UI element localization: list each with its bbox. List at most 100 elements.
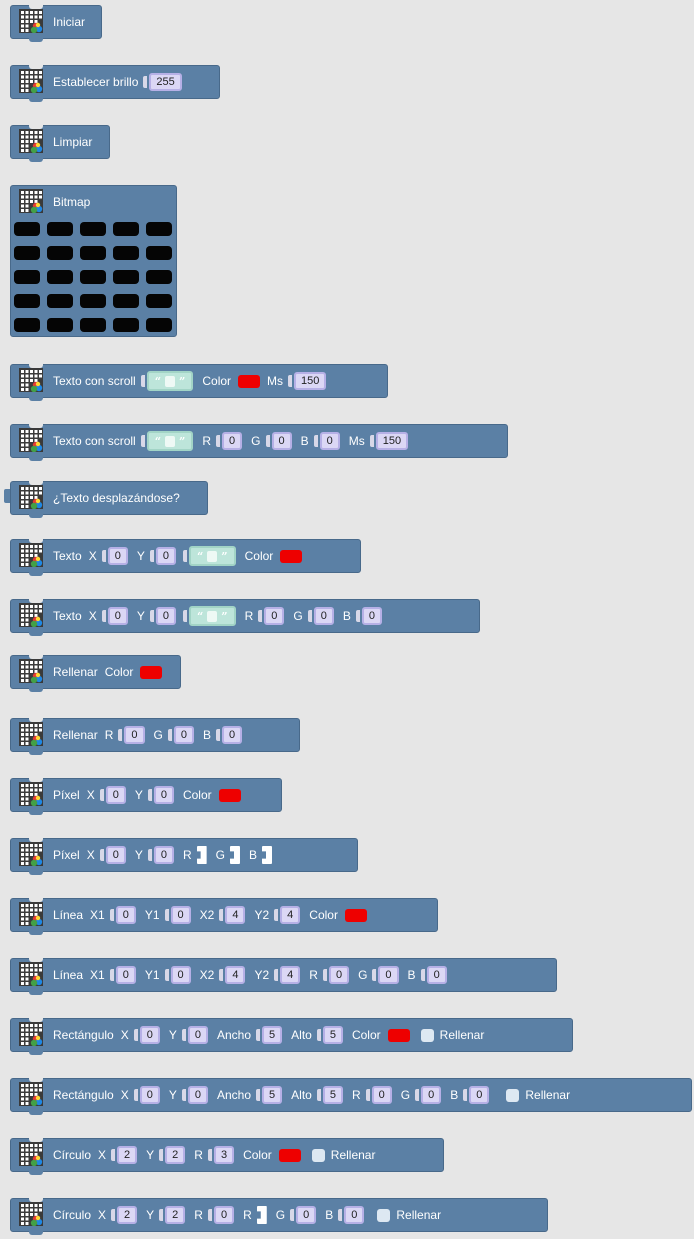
bitmap-cell[interactable] [47, 222, 73, 236]
g-input[interactable]: 0 [313, 607, 334, 625]
block-circulo-color[interactable]: Círculo X 2 Y 2 R 3 Color Rellenar [10, 1138, 444, 1175]
block-establecer-brillo[interactable]: Establecer brillo 255 [10, 65, 220, 102]
x-input[interactable]: 2 [117, 1206, 138, 1224]
x-input[interactable]: 0 [107, 607, 128, 625]
text-input[interactable]: “” [188, 546, 236, 566]
y2-input[interactable]: 4 [280, 966, 301, 984]
b-input[interactable]: 0 [319, 432, 340, 450]
block-rellenar-rgb[interactable]: Rellenar R 0 G 0 B 0 [10, 718, 300, 755]
x-input[interactable]: 0 [139, 1086, 160, 1104]
b-input[interactable]: 0 [426, 966, 447, 984]
block-rellenar-color[interactable]: Rellenar Color [10, 655, 181, 692]
x-input[interactable]: 0 [139, 1026, 160, 1044]
bitmap-cell[interactable] [80, 294, 106, 308]
block-bitmap[interactable]: Bitmap [10, 185, 177, 337]
fill-checkbox[interactable] [420, 1028, 434, 1042]
block-rectangulo-color[interactable]: Rectángulo X 0 Y 0 Ancho 5 Alto 5 Color … [10, 1018, 573, 1055]
bitmap-cell[interactable] [146, 246, 172, 260]
block-circulo-rgb[interactable]: Círculo X 2 Y 2 R 0 R G 0 B 0 Rellenar [10, 1198, 548, 1235]
r-input[interactable]: 0 [222, 432, 243, 450]
radius-input[interactable]: 3 [213, 1146, 235, 1164]
block-linea-color[interactable]: Línea X1 0 Y1 0 X2 4 Y2 4 Color [10, 898, 438, 935]
y1-input[interactable]: 0 [170, 906, 191, 924]
bitmap-cell[interactable] [113, 270, 139, 284]
ancho-input[interactable]: 5 [262, 1026, 283, 1044]
color-swatch[interactable] [140, 665, 163, 679]
b-input[interactable]: 0 [469, 1086, 490, 1104]
y-input[interactable]: 2 [165, 1146, 186, 1164]
block-pixel-color[interactable]: Píxel X 0 Y 0 Color [10, 778, 282, 815]
block-rectangulo-rgb[interactable]: Rectángulo X 0 Y 0 Ancho 5 Alto 5 R 0 G … [10, 1078, 692, 1115]
bitmap-cell[interactable] [14, 270, 40, 284]
block-texto-color[interactable]: Texto X 0 Y 0 “” Color [10, 539, 361, 576]
y-input[interactable]: 0 [155, 607, 176, 625]
r-input[interactable]: 0 [124, 726, 145, 744]
g-input[interactable]: 0 [421, 1086, 442, 1104]
bitmap-cell[interactable] [113, 294, 139, 308]
brightness-input[interactable]: 255 [149, 73, 182, 91]
y2-input[interactable]: 4 [280, 906, 301, 924]
block-pixel-rgb[interactable]: Píxel X 0 Y 0 R G B [10, 838, 358, 875]
g-input[interactable]: 0 [271, 432, 292, 450]
text-input[interactable]: “” [188, 606, 236, 626]
alto-input[interactable]: 5 [322, 1026, 343, 1044]
b-input[interactable]: 0 [361, 607, 383, 625]
color-swatch[interactable] [344, 908, 367, 922]
x1-input[interactable]: 0 [115, 966, 136, 984]
bitmap-cell[interactable] [14, 318, 40, 332]
b-input[interactable]: 0 [344, 1206, 365, 1224]
bitmap-cell[interactable] [146, 270, 172, 284]
color-swatch[interactable] [218, 788, 241, 802]
bitmap-cell[interactable] [80, 270, 106, 284]
y-input[interactable]: 0 [155, 547, 176, 565]
bitmap-cell[interactable] [47, 294, 73, 308]
bitmap-cell[interactable] [146, 318, 172, 332]
x2-input[interactable]: 4 [225, 966, 246, 984]
y-input[interactable]: 0 [153, 786, 174, 804]
text-input[interactable]: “” [146, 371, 194, 391]
bitmap-cell[interactable] [47, 270, 73, 284]
g-empty-slot[interactable] [229, 846, 240, 864]
x-input[interactable]: 0 [107, 547, 128, 565]
ms-input[interactable]: 150 [375, 432, 409, 450]
block-texto-rgb[interactable]: Texto X 0 Y 0 “” R 0 G 0 B 0 [10, 599, 480, 636]
bitmap-cell[interactable] [80, 222, 106, 236]
y-input[interactable]: 0 [187, 1026, 208, 1044]
bitmap-cell[interactable] [146, 222, 172, 236]
alto-input[interactable]: 5 [322, 1086, 343, 1104]
g-input[interactable]: 0 [173, 726, 194, 744]
ancho-input[interactable]: 5 [262, 1086, 283, 1104]
bitmap-cell[interactable] [113, 246, 139, 260]
r-input[interactable]: 0 [371, 1086, 392, 1104]
r-empty-slot[interactable] [196, 846, 207, 864]
bitmap-cell[interactable] [113, 318, 139, 332]
x-input[interactable]: 2 [117, 1146, 138, 1164]
color-swatch[interactable] [238, 374, 261, 388]
text-input[interactable]: “” [146, 431, 194, 451]
y1-input[interactable]: 0 [170, 966, 191, 984]
fill-checkbox[interactable] [311, 1148, 325, 1162]
ms-input[interactable]: 150 [294, 372, 327, 390]
fill-checkbox[interactable] [506, 1088, 520, 1102]
g-input[interactable]: 0 [296, 1206, 317, 1224]
bitmap-cell[interactable] [80, 246, 106, 260]
bitmap-cell[interactable] [14, 246, 40, 260]
r-input[interactable]: 0 [264, 607, 285, 625]
y-input[interactable]: 0 [187, 1086, 208, 1104]
r-input[interactable]: 0 [328, 966, 350, 984]
r-empty-slot[interactable] [256, 1206, 267, 1224]
bitmap-cell[interactable] [14, 222, 40, 236]
x1-input[interactable]: 0 [115, 906, 136, 924]
color-swatch[interactable] [280, 549, 303, 563]
block-texto-scroll-rgb[interactable]: Texto con scroll “” R 0 G 0 B 0 Ms 150 [10, 424, 508, 461]
x-input[interactable]: 0 [105, 786, 126, 804]
y-input[interactable]: 2 [165, 1206, 186, 1224]
block-texto-desplazandose[interactable]: ¿Texto desplazándose? [10, 481, 208, 518]
block-limpiar[interactable]: Limpiar [10, 125, 110, 162]
block-iniciar[interactable]: Iniciar [10, 5, 102, 42]
b-input[interactable]: 0 [221, 726, 243, 744]
b-empty-slot[interactable] [262, 846, 272, 864]
x-input[interactable]: 0 [105, 846, 126, 864]
block-linea-rgb[interactable]: Línea X1 0 Y1 0 X2 4 Y2 4 R 0 G 0 B 0 [10, 958, 557, 995]
block-texto-scroll-color[interactable]: Texto con scroll “” Color Ms 150 [10, 364, 388, 401]
